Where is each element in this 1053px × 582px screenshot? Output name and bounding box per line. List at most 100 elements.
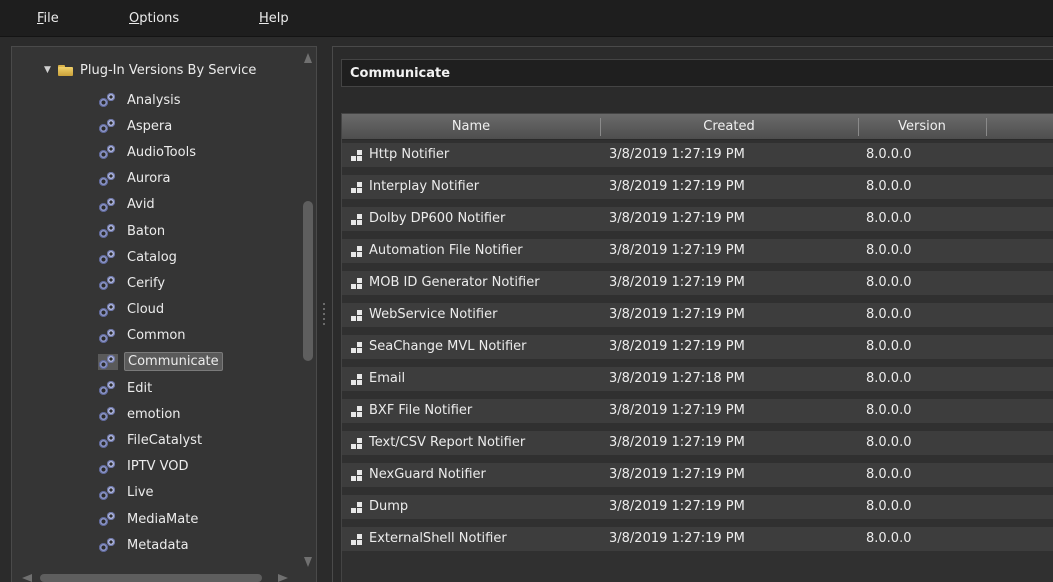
column-separator[interactable] <box>986 118 987 136</box>
plugin-grid: Name Created Version Http Notifier 3/8/20… <box>341 113 1053 582</box>
cell-name: Dump <box>369 499 409 514</box>
tree-vertical-scrollbar[interactable] <box>302 53 314 573</box>
cell-created: 3/8/2019 1:27:19 PM <box>609 275 745 290</box>
scroll-thumb[interactable] <box>303 201 313 361</box>
tree-item[interactable]: AudioTools <box>97 139 223 165</box>
tree-item[interactable]: Edit <box>97 375 223 401</box>
menu-file[interactable]: File <box>37 11 59 26</box>
plugin-gears-icon <box>98 433 118 449</box>
plugin-icon <box>351 502 363 513</box>
table-row[interactable]: WebService Notifier 3/8/2019 1:27:19 PM 8.… <box>342 300 1053 332</box>
table-row[interactable]: SeaChange MVL Notifier 3/8/2019 1:27:19 P… <box>342 332 1053 364</box>
menu-options-label: ptions <box>139 11 180 26</box>
scroll-down-arrow-icon[interactable] <box>304 557 312 567</box>
menu-bar: File Options Help <box>0 0 1053 37</box>
tree-item-label: AudioTools <box>127 144 196 160</box>
cell-name: ExternalShell Notifier <box>369 531 507 546</box>
tree-item[interactable]: Cerify <box>97 270 223 296</box>
cell-version: 8.0.0.0 <box>866 211 912 226</box>
cell-version: 8.0.0.0 <box>866 275 912 290</box>
tree-item[interactable]: MediaMate <box>97 506 223 532</box>
table-row[interactable]: BXF File Notifier 3/8/2019 1:27:19 PM 8.0.… <box>342 396 1053 428</box>
tree-item[interactable]: Aurora <box>97 166 223 192</box>
menu-help-label: elp <box>268 11 289 26</box>
plugin-gears-icon <box>98 197 118 213</box>
cell-version: 8.0.0.0 <box>866 371 912 386</box>
cell-created: 3/8/2019 1:27:19 PM <box>609 531 745 546</box>
column-header-created[interactable]: Created <box>600 119 858 134</box>
cell-version: 8.0.0.0 <box>866 467 912 482</box>
cell-created: 3/8/2019 1:27:19 PM <box>609 403 745 418</box>
tree-item[interactable]: Common <box>97 323 223 349</box>
tree-root-node[interactable]: ▼ Plug-In Versions By Service <box>44 61 256 79</box>
table-row[interactable]: Automation File Notifier 3/8/2019 1:27:19… <box>342 236 1053 268</box>
plugin-gears-icon <box>98 302 118 318</box>
tree-item[interactable]: Baton <box>97 218 223 244</box>
cell-version: 8.0.0.0 <box>866 307 912 322</box>
table-row[interactable]: NexGuard Notifier 3/8/2019 1:27:19 PM 8.0.… <box>342 460 1053 492</box>
cell-created: 3/8/2019 1:27:19 PM <box>609 179 745 194</box>
tree-item[interactable]: Metadata <box>97 532 223 558</box>
tree-item[interactable]: FileCatalyst <box>97 427 223 453</box>
collapse-arrow-icon[interactable]: ▼ <box>44 65 58 75</box>
tree-root-label: Plug-In Versions By Service <box>80 62 257 78</box>
tree-item[interactable]: Avid <box>97 192 223 218</box>
plugin-gears-icon <box>98 92 118 108</box>
tree-item-label: MediaMate <box>127 511 199 527</box>
table-row[interactable]: MOB ID Generator Notifier 3/8/2019 1:27:1… <box>342 268 1053 300</box>
tree-item[interactable]: Aspera <box>97 113 223 139</box>
table-row[interactable]: Dump 3/8/2019 1:27:19 PM 8.0.0.0 <box>342 492 1053 524</box>
scroll-right-arrow-icon[interactable] <box>278 574 288 582</box>
plugin-icon <box>351 150 363 161</box>
tree-item-label: Live <box>127 485 154 501</box>
menu-options[interactable]: Options <box>129 11 179 26</box>
table-row[interactable]: Http Notifier 3/8/2019 1:27:19 PM 8.0.0.0 <box>342 140 1053 172</box>
menu-help[interactable]: Help <box>259 11 289 26</box>
cell-created: 3/8/2019 1:27:19 PM <box>609 243 745 258</box>
table-row[interactable]: Interplay Notifier 3/8/2019 1:27:19 PM 8.0… <box>342 172 1053 204</box>
tree-item[interactable]: Live <box>97 480 223 506</box>
panel-splitter[interactable] <box>320 300 328 340</box>
cell-name: Dolby DP600 Notifier <box>369 211 506 226</box>
cell-name: BXF File Notifier <box>369 403 473 418</box>
plugin-icon <box>351 278 363 289</box>
tree-item[interactable]: Catalog <box>97 244 223 270</box>
table-row[interactable]: Text/CSV Report Notifier 3/8/2019 1:27:19… <box>342 428 1053 460</box>
plugin-gears-icon <box>98 485 118 501</box>
plugin-gears-icon <box>98 459 118 475</box>
tree-item-label: Analysis <box>127 92 181 108</box>
tree-children: Analysis Aspera AudioTools Aurora Avid Baton C… <box>97 87 223 558</box>
plugin-icon <box>351 310 363 321</box>
table-row[interactable]: Email 3/8/2019 1:27:18 PM 8.0.0.0 <box>342 364 1053 396</box>
panel-header: Communicate <box>341 59 1053 87</box>
tree-item[interactable]: Analysis <box>97 87 223 113</box>
tree-item[interactable]: Cloud <box>97 297 223 323</box>
cell-name: Automation File Notifier <box>369 243 523 258</box>
plugin-gears-icon <box>98 275 118 291</box>
tree-item-label: Catalog <box>127 249 177 265</box>
grid-header: Name Created Version <box>342 114 1053 140</box>
service-tree-panel: ▼ Plug-In Versions By Service Analysis As… <box>11 46 317 582</box>
tree-item[interactable]: IPTV VOD <box>97 454 223 480</box>
tree-item-label: Communicate <box>124 352 223 372</box>
tree-item[interactable]: emotion <box>97 401 223 427</box>
tree-item-label: Cloud <box>127 302 165 318</box>
scroll-up-arrow-icon[interactable] <box>304 53 312 63</box>
column-header-name[interactable]: Name <box>342 119 600 134</box>
scroll-left-arrow-icon[interactable] <box>22 574 32 582</box>
tree-item[interactable]: Communicate <box>97 349 223 375</box>
tree-horizontal-scrollbar[interactable] <box>20 573 304 582</box>
cell-created: 3/8/2019 1:27:18 PM <box>609 371 745 386</box>
cell-version: 8.0.0.0 <box>866 179 912 194</box>
plugin-gears-icon <box>98 406 118 422</box>
table-row[interactable]: Dolby DP600 Notifier 3/8/2019 1:27:19 PM 8… <box>342 204 1053 236</box>
tree-item-label: Aspera <box>127 118 173 134</box>
cell-version: 8.0.0.0 <box>866 243 912 258</box>
column-header-version[interactable]: Version <box>858 119 986 134</box>
cell-created: 3/8/2019 1:27:19 PM <box>609 499 745 514</box>
cell-created: 3/8/2019 1:27:19 PM <box>609 435 745 450</box>
plugin-icon <box>351 406 363 417</box>
scroll-thumb-horizontal[interactable] <box>40 574 262 582</box>
table-row[interactable]: ExternalShell Notifier 3/8/2019 1:27:19 P… <box>342 524 1053 556</box>
plugin-gears-icon <box>98 249 118 265</box>
